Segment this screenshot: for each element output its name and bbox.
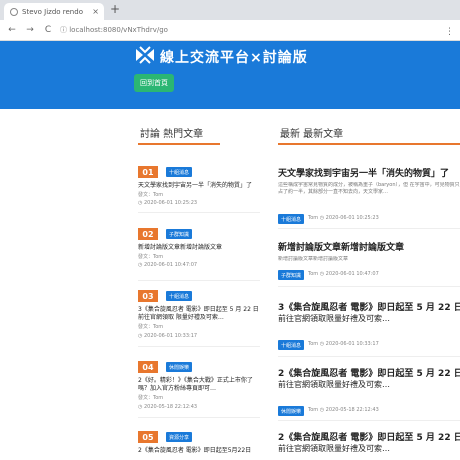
article-time: ◷ 2020-05-18 22:12:43 [138, 404, 198, 410]
article-author: 發文：Tom [138, 254, 164, 260]
category-tag[interactable]: 休閒娛樂 [278, 406, 305, 416]
divider [278, 286, 460, 287]
divider [138, 346, 260, 347]
latest-list-item[interactable]: 2《集合旋風忍者 電影》即日起至 5 月 22 日 前往官網領取限量好禮及可索…… [278, 366, 460, 421]
close-tab-icon[interactable]: × [92, 7, 99, 16]
article-title[interactable]: 3《集合旋風忍者 電影》即日起至 5 月 22 日 [278, 300, 460, 313]
hot-heading-underline [138, 143, 220, 145]
category-tag[interactable]: 十組消息 [278, 340, 305, 350]
hot-list-item[interactable]: 02 子群知識 新增討論版文章新增討論版文章 發文：Tom ◷ 2020-06-… [138, 228, 260, 281]
rank-badge: 04 [138, 361, 158, 373]
browser-tab[interactable]: Stevo Jizdo rendo × [4, 3, 104, 20]
rank-badge: 03 [138, 290, 158, 302]
hot-articles-heading: 討論 熱門文章 [140, 129, 204, 140]
hot-list-item[interactable]: 05 資源分享 2《集合旋風忍者 電影》即日起至5月22日 [138, 431, 260, 460]
address-bar: ← → C ⓘ localhost:8080/vNxThdrv/go ⋮ [0, 20, 460, 41]
article-summary: 前往官網領取限量好禮及可索… [278, 380, 390, 389]
article-title[interactable]: 新增討論版文章新增討論版文章 [138, 244, 260, 252]
article-summary: 前往官網領取限量好禮及可索… [278, 314, 390, 323]
home-button[interactable]: 回到首頁 [134, 74, 174, 92]
rank-badge: 02 [138, 228, 158, 240]
article-meta: Tom ◷ 2020-06-01 10:33:17 [308, 341, 379, 347]
article-title[interactable]: 天文學家找到宇宙另一半「消失的物質」了 [278, 166, 460, 179]
category-tag[interactable]: 休閒娛樂 [166, 362, 193, 372]
article-meta: Tom ◷ 2020-06-01 10:25:23 [308, 215, 379, 221]
article-author: 發文：Tom [138, 192, 164, 198]
latest-articles-heading: 最新 最新文章 [280, 129, 344, 140]
article-time: ◷ 2020-06-01 10:25:23 [138, 200, 198, 206]
article-title[interactable]: 2《集合旋風忍者 電影》即日起至 5 月 22 日 [278, 430, 460, 443]
back-icon[interactable]: ← [6, 25, 18, 35]
article-summary: 新增討論版文章新增討論版文章 [278, 256, 349, 262]
divider [138, 417, 260, 418]
article-summary: 這些構成宇宙常見物質的成分，被稱為重子（baryon），但 在宇宙中，可見物質只… [278, 182, 460, 195]
category-tag[interactable]: 十組消息 [278, 214, 305, 224]
globe-icon [10, 7, 18, 16]
browser-tab-bar: Stevo Jizdo rendo × + [0, 0, 460, 20]
rank-badge: 05 [138, 431, 158, 443]
latest-list-item[interactable]: 2《集合旋風忍者 電影》即日起至 5 月 22 日 前往官網領取限量好禮及可索… [278, 430, 460, 460]
hot-list-item[interactable]: 03 十組消息 3《集合旋風忍者 電影》即日起至 5 月 22 日 前往官網領取… [138, 290, 260, 348]
hot-list-item[interactable]: 04 休閒娛樂 2《好。精彩！》《集合大戰》正式上市你了嗎？加入官方粉絲專頁即可… [138, 361, 260, 419]
article-title[interactable]: 2《集合旋風忍者 電影》即日起至 5 月 22 日 [278, 366, 460, 379]
latest-list-item[interactable]: 新增討論版文章新增討論版文章 新增討論版文章新增討論版文章 子群知識 Tom ◷… [278, 240, 460, 288]
article-author: 發文：Tom [138, 395, 164, 401]
url-input[interactable]: ⓘ localhost:8080/vNxThdrv/go [60, 25, 168, 35]
forward-icon[interactable]: → [24, 25, 36, 35]
article-title[interactable]: 2《集合旋風忍者 電影》即日起至5月22日 [138, 447, 260, 455]
divider [278, 420, 460, 421]
hot-list-item[interactable]: 01 十組消息 天文學家找到宇宙另一半「消失的物質」了 發文：Tom ◷ 202… [138, 166, 260, 214]
article-author: 發文：Tom [138, 324, 164, 330]
category-tag[interactable]: 十組消息 [166, 291, 193, 301]
divider [138, 212, 260, 213]
article-title[interactable]: 2《好。精彩！》《集合大戰》正式上市你了嗎？加入官方粉絲專頁即可… [138, 377, 260, 393]
latest-list-item[interactable]: 天文學家找到宇宙另一半「消失的物質」了 這些構成宇宙常見物質的成分，被稱為重子（… [278, 166, 460, 229]
article-meta: Tom ◷ 2020-05-18 22:12:43 [308, 407, 379, 413]
latest-list-item[interactable]: 3《集合旋風忍者 電影》即日起至 5 月 22 日 前往官網領取限量好禮及可索…… [278, 300, 460, 357]
category-tag[interactable]: 子群知識 [278, 270, 305, 280]
rank-badge: 01 [138, 166, 158, 178]
divider [278, 228, 460, 229]
reload-icon[interactable]: C [42, 25, 54, 35]
category-tag[interactable]: 子群知識 [166, 229, 193, 239]
tab-title: Stevo Jizdo rendo [22, 7, 83, 16]
divider [138, 280, 260, 281]
logo-icon [136, 46, 154, 64]
menu-icon[interactable]: ⋮ [445, 27, 454, 37]
article-time: ◷ 2020-06-01 10:33:17 [138, 333, 198, 339]
new-tab-icon[interactable]: + [110, 2, 120, 16]
category-tag[interactable]: 十組消息 [166, 167, 193, 177]
article-meta: Tom ◷ 2020-06-01 10:47:07 [308, 271, 379, 277]
latest-heading-underline [278, 143, 460, 145]
article-title[interactable]: 新增討論版文章新增討論版文章 [278, 240, 460, 253]
site-title: 線上交流平台×討論版 [160, 50, 308, 66]
category-tag[interactable]: 資源分享 [166, 432, 193, 442]
article-time: ◷ 2020-06-01 10:47:07 [138, 262, 198, 268]
divider [278, 356, 460, 357]
article-title[interactable]: 天文學家找到宇宙另一半「消失的物質」了 [138, 182, 260, 190]
article-summary: 前往官網領取限量好禮及可索… [278, 444, 390, 453]
article-title[interactable]: 3《集合旋風忍者 電影》即日起至 5 月 22 日 前往官網領取 限量好禮及可索… [138, 306, 260, 322]
